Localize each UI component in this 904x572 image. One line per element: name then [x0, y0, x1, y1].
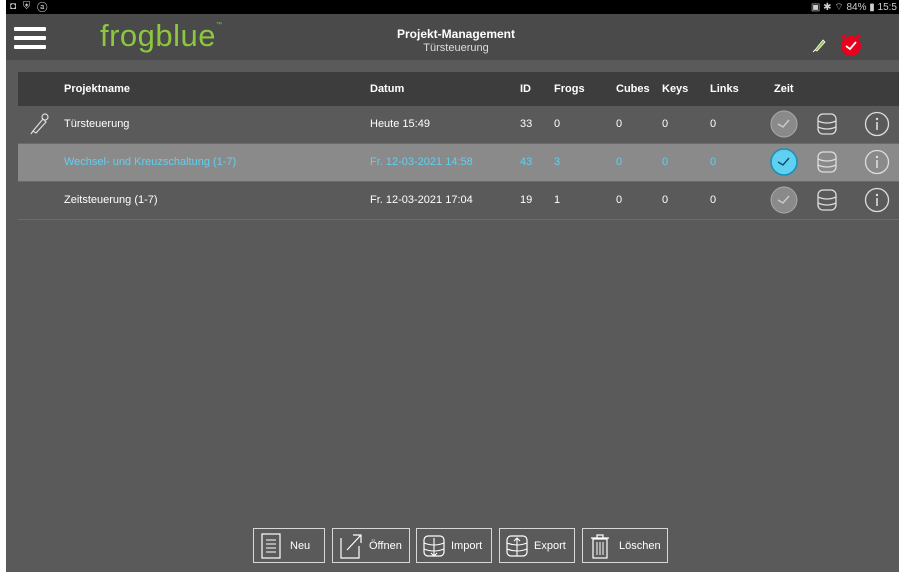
export-button-label: Export — [534, 540, 566, 552]
trash-icon — [591, 534, 609, 559]
clock-icon[interactable] — [770, 148, 798, 176]
database-icon[interactable] — [816, 188, 838, 212]
header-keys[interactable]: Keys — [662, 72, 688, 106]
status-icons-right: ▣ ✱ ⌔ 84% ▮ 15:5 — [810, 2, 897, 13]
header-zeit[interactable]: Zeit — [774, 72, 794, 106]
project-id: 19 — [520, 194, 533, 206]
header-datum[interactable]: Datum — [370, 72, 404, 106]
open-external-icon — [340, 534, 362, 559]
pen-icon — [30, 113, 49, 135]
open-button-label: Öffnen — [369, 540, 402, 552]
new-button[interactable]: Neu — [253, 528, 325, 563]
header-links[interactable]: Links — [710, 72, 739, 106]
project-cubes: 0 — [616, 156, 623, 168]
project-table: Projektname Datum ID Frogs Cubes Keys Li… — [18, 72, 899, 220]
status-icons-left: ◘ ⛨ ⓐ — [10, 1, 50, 12]
pen-icon[interactable] — [812, 37, 828, 53]
project-keys: 0 — [662, 194, 669, 206]
menu-icon-bar — [14, 45, 46, 49]
project-date: Fr. 12-03-2021 17:04 — [370, 194, 473, 206]
project-id: 33 — [520, 118, 533, 130]
menu-icon-bar — [14, 27, 46, 31]
menu-button[interactable] — [14, 27, 46, 49]
delete-button[interactable]: Löschen — [582, 528, 668, 563]
project-links: 0 — [710, 118, 717, 130]
export-icon — [506, 535, 528, 557]
table-header: Projektname Datum ID Frogs Cubes Keys Li… — [18, 72, 899, 106]
project-keys: 0 — [662, 156, 669, 168]
project-links: 0 — [710, 194, 717, 206]
logo-tm: ™ — [216, 22, 223, 28]
page-subtitle: Türsteuerung — [423, 42, 489, 54]
project-links: 0 — [710, 156, 717, 168]
info-icon[interactable] — [864, 187, 890, 213]
page-title: Projekt-Management — [396, 27, 516, 41]
project-cubes: 0 — [616, 194, 623, 206]
project-frogs: 0 — [554, 118, 561, 130]
database-icon[interactable] — [816, 150, 838, 174]
import-button-label: Import — [451, 540, 483, 552]
header-id[interactable]: ID — [520, 72, 531, 106]
import-button[interactable]: Import — [416, 528, 492, 563]
clock-icon[interactable] — [770, 186, 798, 214]
export-button[interactable]: Export — [499, 528, 575, 563]
tablet-screen: ◘ ⛨ ⓐ ▣ ✱ ⌔ 84% ▮ 15:5 frogblue™ Projekt… — [6, 0, 899, 572]
logo-text: frogblue — [100, 18, 217, 53]
project-frogs: 1 — [554, 194, 561, 206]
bottom-toolbar: Neu Öffnen Import Export Löschen — [6, 528, 899, 565]
open-button[interactable]: Öffnen — [332, 528, 410, 563]
alarm-clock-icon[interactable] — [838, 32, 864, 58]
project-name: Zeitsteuerung (1-7) — [64, 194, 158, 206]
project-id: 43 — [520, 156, 533, 168]
info-icon[interactable] — [864, 149, 890, 175]
import-icon — [423, 535, 445, 557]
project-name: Wechsel- und Kreuzschaltung (1-7) — [64, 156, 237, 168]
project-name: Türsteuerung — [64, 118, 130, 130]
header-frogs[interactable]: Frogs — [554, 72, 585, 106]
status-bar: ◘ ⛨ ⓐ ▣ ✱ ⌔ 84% ▮ 15:5 — [6, 0, 899, 14]
project-frogs: 3 — [554, 156, 561, 168]
frogblue-logo: frogblue™ — [100, 18, 223, 54]
project-cubes: 0 — [616, 118, 623, 130]
document-icon — [261, 533, 281, 559]
header-cubes[interactable]: Cubes — [616, 72, 650, 106]
header-projektname[interactable]: Projektname — [64, 72, 130, 106]
menu-icon-bar — [14, 36, 46, 40]
new-button-label: Neu — [290, 540, 311, 552]
database-icon[interactable] — [816, 112, 838, 136]
table-row[interactable]: Türsteuerung Heute 15:49 33 0 0 0 0 — [18, 106, 899, 144]
info-icon[interactable] — [864, 111, 890, 137]
project-date: Heute 15:49 — [370, 118, 430, 130]
project-keys: 0 — [662, 118, 669, 130]
app-header: frogblue™ Projekt-Management Türsteuerun… — [6, 14, 899, 60]
clock-icon[interactable] — [770, 110, 798, 138]
delete-button-label: Löschen — [619, 540, 661, 552]
table-row[interactable]: Zeitsteuerung (1-7) Fr. 12-03-2021 17:04… — [18, 182, 899, 220]
table-row[interactable]: Wechsel- und Kreuzschaltung (1-7) Fr. 12… — [18, 144, 899, 182]
project-date: Fr. 12-03-2021 14:58 — [370, 156, 473, 168]
